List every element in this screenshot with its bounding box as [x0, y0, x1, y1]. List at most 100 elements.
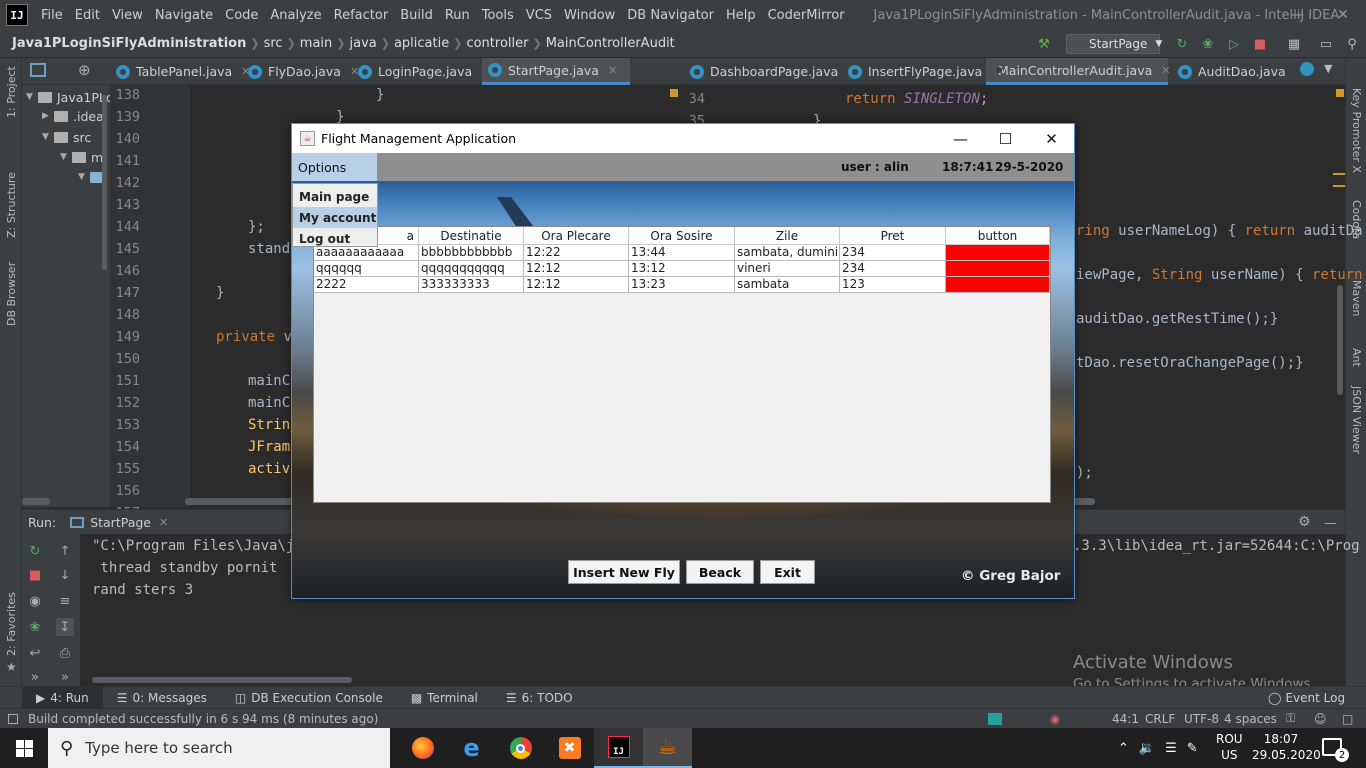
btab-db-console[interactable]: ◫ DB Execution Console — [221, 687, 397, 709]
print-icon[interactable]: ⎙ — [56, 644, 74, 662]
indent-setting[interactable]: 4 spaces — [1224, 712, 1277, 726]
table-cell[interactable]: 12:22 — [524, 245, 629, 261]
menu-tools[interactable]: Tools — [477, 8, 521, 23]
inspection-icon[interactable]: ◉ — [1050, 712, 1060, 726]
btab-messages[interactable]: ☰ 0: Messages — [103, 687, 221, 709]
breadcrumb-project[interactable]: Java1PLoginSiFlyAdministration — [0, 36, 250, 51]
row-action-button[interactable] — [946, 261, 1050, 277]
notification-icon[interactable]: □ — [1342, 712, 1353, 726]
table-cell[interactable]: 2222 — [314, 277, 419, 293]
table-cell[interactable]: 12:12 — [524, 277, 629, 293]
table-header[interactable]: Destinatie — [419, 227, 524, 245]
hamburger-icon[interactable] — [1333, 173, 1345, 187]
tab-tablepanel[interactable]: TablePanel.java ✕ — [110, 58, 250, 85]
search-everywhere-icon[interactable]: ⚲ — [1344, 36, 1360, 52]
table-cell[interactable]: sambata — [735, 277, 840, 293]
tool-key-promoter[interactable]: Key Promoter X — [1350, 88, 1363, 173]
menu-codermirror[interactable]: CoderMirror — [763, 8, 852, 23]
tree-idea[interactable]: ▶ .idea — [42, 106, 104, 126]
chrome-app[interactable] — [496, 728, 545, 768]
table-header[interactable]: Pret — [840, 227, 946, 245]
breadcrumb-class[interactable]: MainControllerAudit — [542, 36, 679, 51]
menu-navigate[interactable]: Navigate — [150, 8, 220, 23]
arrow-up-icon[interactable]: ↑ — [56, 542, 74, 560]
menu-view[interactable]: View — [107, 8, 150, 23]
chevron-up-icon[interactable]: ⌃ — [1118, 741, 1129, 756]
menu-help[interactable]: Help — [721, 8, 763, 23]
menu-edit[interactable]: Edit — [70, 8, 107, 23]
table-header[interactable]: Ora Plecare — [524, 227, 629, 245]
tree-main[interactable]: ▼ m — [60, 147, 103, 167]
tool-db-browser[interactable]: DB Browser — [5, 262, 18, 326]
lock-icon[interactable]: ⚿ — [1286, 711, 1295, 726]
warning-marker-icon[interactable] — [670, 89, 678, 97]
table-cell[interactable]: sambata, dumini... — [735, 245, 840, 261]
stop-icon[interactable]: ■ — [1252, 36, 1268, 52]
table-cell[interactable]: 234 — [840, 245, 946, 261]
app-maximize-button[interactable]: ☐ — [983, 124, 1028, 153]
status-panel-icon[interactable] — [8, 713, 18, 724]
edge-app[interactable]: e — [447, 728, 496, 768]
tab-maincontrolleraudit[interactable]: MainControllerAudit.java ✕ — [986, 58, 1171, 85]
layout-icon[interactable]: ▭ — [1318, 36, 1334, 52]
row-action-button[interactable] — [946, 277, 1050, 293]
table-cell[interactable]: 123 — [840, 277, 946, 293]
rerun-icon[interactable]: ↻ — [1174, 36, 1190, 52]
rerun-icon[interactable]: ↻ — [26, 542, 44, 560]
java-app[interactable]: ☕ — [643, 728, 692, 768]
event-log-button[interactable]: ◯ Event Log — [1268, 691, 1345, 705]
target-icon[interactable]: ⊕ — [78, 61, 91, 79]
tab-insertflypage[interactable]: InsertFlyPage.java✕ — [842, 58, 1001, 85]
menu-main-page[interactable]: Main page — [293, 186, 377, 207]
menu-refactor[interactable]: Refactor — [329, 8, 396, 23]
warning-marker-icon[interactable] — [1336, 89, 1344, 97]
hammer-build-icon[interactable]: ⚒ — [1036, 36, 1052, 52]
coverage-icon[interactable]: ▷ — [1226, 36, 1242, 52]
soft-wrap-icon[interactable]: ≡ — [56, 592, 74, 610]
tab-loginpage[interactable]: LoginPage.java✕ — [352, 58, 490, 85]
row-action-button[interactable] — [946, 245, 1050, 261]
table-cell[interactable]: 13:23 — [629, 277, 735, 293]
table-cell[interactable]: qqqqqqqqqqq — [419, 261, 524, 277]
breadcrumb-java[interactable]: java — [346, 36, 381, 51]
table-cell[interactable]: 13:44 — [629, 245, 735, 261]
windows-start-button[interactable] — [0, 728, 48, 768]
tool-ant[interactable]: Ant — [1350, 348, 1363, 367]
caret-position[interactable]: 44:1 — [1112, 712, 1139, 726]
back-button[interactable]: Beack — [686, 560, 754, 584]
minimize-panel-icon[interactable]: — — [1324, 515, 1337, 530]
camera-icon[interactable]: ◉ — [26, 592, 44, 610]
menu-code[interactable]: Code — [220, 8, 265, 23]
btab-run[interactable]: ▶ 4: Run — [22, 686, 103, 709]
star-icon[interactable]: ★ — [6, 660, 17, 674]
taskbar-search[interactable]: ⚲ Type here to search — [48, 728, 390, 768]
menu-analyze[interactable]: Analyze — [265, 8, 328, 23]
tab-dashboardpage[interactable]: DashboardPage.java✕ — [684, 58, 856, 85]
ide-minimize-button[interactable]: — — [1274, 0, 1320, 30]
table-cell[interactable]: qqqqqq — [314, 261, 419, 277]
terminal-status-icon[interactable] — [988, 712, 1002, 725]
run-config-select[interactable]: StartPage ▼ — [1066, 34, 1162, 54]
tool-structure[interactable]: Z: Structure — [5, 172, 18, 238]
tree-scrollbar[interactable] — [102, 95, 107, 270]
tool-maven[interactable]: Maven — [1350, 280, 1363, 316]
app-close-button[interactable]: ✕ — [1029, 124, 1074, 153]
tool-project[interactable]: 1: Project — [5, 66, 18, 118]
xampp-app[interactable]: ✖ — [545, 728, 594, 768]
breadcrumb-controller[interactable]: controller — [462, 36, 532, 51]
status-message[interactable]: Build completed successfully in 6 s 94 m… — [28, 712, 378, 726]
tab-flydao[interactable]: FlyDao.java ✕ — [242, 58, 359, 85]
language-indicator[interactable]: ROU US — [1216, 731, 1243, 763]
editor-hscrollbar[interactable] — [185, 498, 295, 505]
menu-window[interactable]: Window — [559, 8, 622, 23]
tab-startpage[interactable]: StartPage.java ✕ — [482, 58, 630, 85]
bug-icon[interactable]: ❀ — [26, 618, 44, 636]
tool-json-viewer[interactable]: JSON Viewer — [1350, 386, 1363, 454]
options-menu[interactable]: Options — [292, 153, 377, 181]
close-icon[interactable]: ✕ — [608, 64, 617, 77]
breadcrumb-src[interactable]: src — [260, 36, 287, 51]
project-view-icon[interactable] — [30, 63, 46, 77]
tab-auditdao[interactable]: AuditDao.java — [1172, 58, 1286, 85]
taskbar-clock[interactable]: 18:07 29.05.2020 — [1252, 731, 1321, 763]
more-icon[interactable]: » — [26, 668, 44, 686]
